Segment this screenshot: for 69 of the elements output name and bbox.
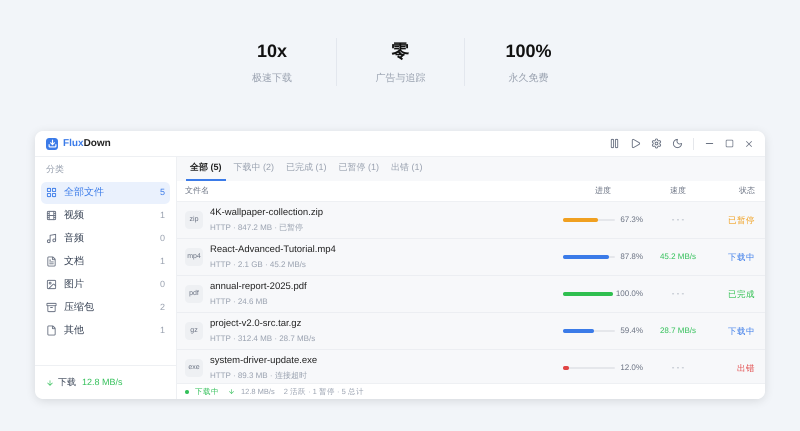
pause-icon[interactable] [609, 138, 620, 149]
maximize-icon[interactable] [725, 139, 734, 148]
sidebar-item[interactable]: 压缩包 2 [41, 296, 170, 318]
item-count: 1 [160, 208, 165, 222]
download-speed: 12.8 MB/s [82, 376, 123, 389]
image-icon [46, 279, 57, 290]
moon-icon[interactable] [672, 138, 683, 149]
stat-value: 100% [505, 40, 552, 63]
sidebar-item[interactable]: 图片 0 [41, 274, 170, 296]
download-status: 下载中 [727, 250, 756, 264]
stat-value: 零 [392, 40, 410, 63]
file-meta: HTTP · 2.1 GB · 45.2 MB/s [210, 259, 307, 272]
download-status: 出错 [736, 362, 756, 374]
stat-value: 10x [256, 40, 288, 63]
file-meta: HTTP · 312.4 MB · 28.7 MB/s [210, 333, 316, 346]
arrow-down-icon [46, 378, 54, 386]
file-name: system-driver-update.exe [210, 354, 318, 368]
column-header: 速度 [669, 185, 687, 197]
settings-icon[interactable] [651, 138, 662, 149]
file-name: React-Advanced-Tutorial.mp4 [210, 242, 337, 257]
file-icon [46, 325, 57, 336]
file-meta: HTTP · 24.6 MB [210, 296, 269, 308]
sidebar-item[interactable]: 全部文件 5 [41, 182, 170, 204]
stat-label: 广告与追踪 [376, 72, 426, 86]
progress-percent: 67.3% [619, 214, 643, 226]
sidebar-heading: 分类 [45, 163, 65, 176]
column-header: 文件名 [185, 185, 210, 197]
document-icon [46, 256, 57, 267]
item-count: 1 [160, 254, 165, 268]
music-note-icon [46, 233, 57, 244]
file-name: project-v2.0-src.tar.gz [210, 316, 302, 331]
download-speed: - - - [670, 214, 686, 226]
item-count: 1 [160, 324, 165, 337]
file-meta: HTTP · 847.2 MB · 已暂停 [210, 222, 304, 234]
column-header: 进度 [594, 185, 612, 197]
download-speed: 45.2 MB/s [658, 251, 697, 263]
sidebar-item[interactable]: 视频 1 [41, 204, 170, 226]
download-speed: 28.7 MB/s [658, 325, 697, 337]
item-count: 0 [160, 278, 165, 291]
film-icon [46, 210, 57, 221]
download-speed: - - - [670, 288, 686, 300]
download-status: 已暂停 [727, 214, 756, 226]
column-header: 状态 [738, 185, 756, 197]
file-name: 4K-wallpaper-collection.zip [210, 206, 324, 220]
download-status: 下载中 [727, 324, 756, 338]
download-status: 已完成 [727, 288, 756, 300]
grid-icon [46, 187, 57, 198]
download-label: 下载 [58, 376, 76, 389]
stat-label: 极速下载 [252, 72, 292, 86]
sidebar-item[interactable]: 其他 1 [41, 320, 170, 342]
item-count: 0 [160, 232, 165, 245]
progress-percent: 100.0% [616, 288, 643, 300]
progress-percent: 12.0% [619, 362, 643, 374]
progress-percent: 59.4% [619, 325, 643, 337]
app-logo-icon [46, 138, 58, 150]
stat-label: 永久免费 [508, 72, 548, 86]
file-meta: HTTP · 89.3 MB · 连接超时 [210, 370, 308, 382]
sidebar-item[interactable]: 音频 0 [41, 228, 170, 250]
sidebar-item[interactable]: 文档 1 [41, 250, 170, 272]
arrow-down-icon [228, 388, 235, 395]
item-count: 5 [160, 186, 165, 199]
play-icon[interactable] [630, 138, 641, 149]
archive-box-icon [46, 302, 57, 313]
item-count: 2 [160, 300, 165, 314]
progress-percent: 87.8% [619, 251, 643, 263]
download-speed: - - - [670, 362, 686, 374]
app-title: FluxDown [63, 137, 111, 151]
file-name: annual-report-2025.pdf [210, 280, 308, 294]
close-icon[interactable] [744, 138, 754, 148]
